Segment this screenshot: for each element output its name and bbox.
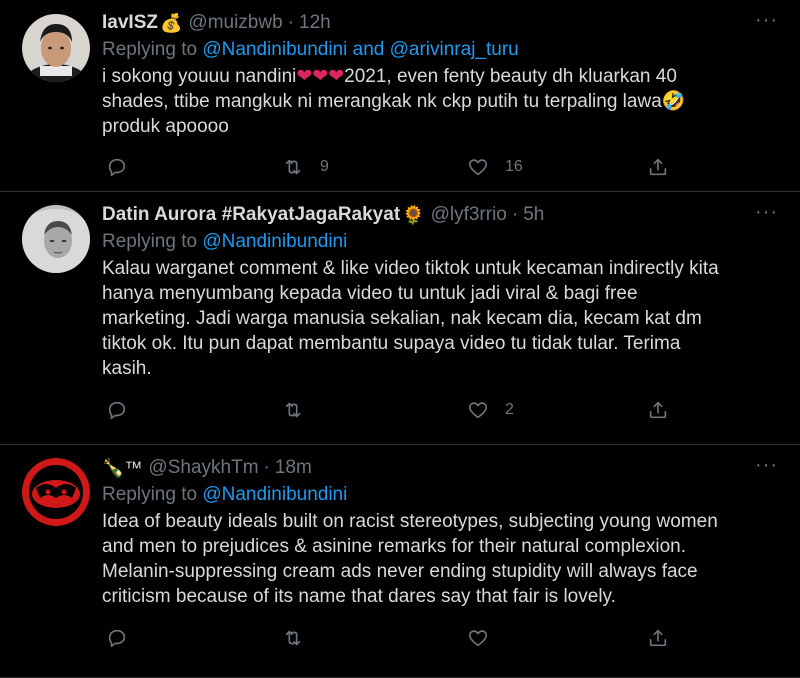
avatar-image bbox=[22, 14, 90, 82]
tweet-text-part: i sokong youuu nandini bbox=[102, 66, 297, 87]
mention-link[interactable]: @Nandinibundini bbox=[202, 39, 347, 60]
tweet-actions bbox=[102, 623, 784, 663]
more-options-icon[interactable]: ··· bbox=[755, 455, 778, 475]
tweet-actions: 9 16 bbox=[102, 152, 784, 192]
replying-to: Replying to @Nandinibundini and @arivinr… bbox=[102, 37, 784, 63]
replying-to: Replying to @Nandinibundini bbox=[102, 482, 784, 508]
reply-button[interactable] bbox=[106, 623, 128, 653]
reply-button[interactable] bbox=[106, 152, 128, 182]
retweet-button[interactable] bbox=[282, 623, 320, 653]
display-name[interactable]: IavISZ bbox=[102, 10, 158, 36]
separator-dot: · bbox=[511, 204, 519, 225]
share-button[interactable] bbox=[647, 623, 669, 653]
timestamp[interactable]: 12h bbox=[299, 10, 331, 36]
hearts-emoji: ❤❤❤ bbox=[296, 66, 345, 87]
separator-dot: · bbox=[287, 12, 294, 33]
money-bag-emoji: 💰 bbox=[159, 13, 183, 33]
tweet-header: IavISZ 💰 @muizbwb · 12h bbox=[102, 10, 784, 36]
reply-icon bbox=[108, 158, 126, 177]
display-name[interactable]: Datin Aurora #RakyatJagaRakyat bbox=[102, 202, 400, 228]
share-button[interactable] bbox=[647, 395, 669, 425]
tweet-1[interactable]: IavISZ 💰 @muizbwb · 12h ··· Replying to … bbox=[0, 0, 800, 192]
retweet-count: 9 bbox=[320, 158, 329, 175]
thundercats-logo-icon bbox=[22, 458, 90, 526]
mention-link[interactable]: @Nandinibundini bbox=[202, 231, 347, 252]
handle[interactable]: @lyf3rrio bbox=[431, 202, 507, 228]
retweet-icon bbox=[285, 630, 301, 646]
mention-link[interactable]: @Nandinibundini bbox=[202, 484, 347, 505]
sunflower-emoji: 🌻 bbox=[402, 205, 425, 225]
laughing-emoji: 🤣 bbox=[661, 91, 686, 112]
mention-conjunction: and bbox=[347, 39, 390, 60]
retweet-button[interactable] bbox=[282, 395, 320, 425]
tweet-text: Idea of beauty ideals built on racist st… bbox=[102, 511, 718, 607]
tweet-text: i sokong youuu nandini❤❤❤2021, even fent… bbox=[102, 64, 784, 139]
tweet-3[interactable]: 🍾™ @ShaykhTm · 18m ··· Replying to @Nand… bbox=[0, 445, 800, 678]
heart-icon bbox=[468, 402, 488, 419]
share-button[interactable] bbox=[647, 152, 669, 182]
share-icon bbox=[649, 629, 667, 647]
heart-icon bbox=[468, 630, 488, 647]
retweet-icon bbox=[285, 402, 301, 418]
more-options-icon[interactable]: ··· bbox=[755, 10, 778, 30]
tweet-header: Datin Aurora #RakyatJagaRakyat 🌻 @lyf3rr… bbox=[102, 202, 784, 228]
reply-icon bbox=[108, 401, 126, 420]
like-count: 16 bbox=[505, 158, 523, 175]
handle[interactable]: @ShaykhTm bbox=[148, 455, 258, 481]
retweet-button[interactable]: 9 bbox=[282, 152, 329, 182]
like-count: 2 bbox=[505, 401, 514, 418]
tweet-actions: 2 bbox=[102, 395, 784, 435]
tweet-text-part: produk apoooo bbox=[102, 116, 229, 137]
avatar[interactable] bbox=[22, 205, 90, 273]
share-icon bbox=[649, 158, 667, 176]
reply-icon bbox=[108, 629, 126, 648]
timestamp[interactable]: 5h bbox=[523, 202, 544, 228]
separator-dot: · bbox=[263, 457, 270, 478]
like-button[interactable]: 2 bbox=[467, 395, 514, 425]
timestamp[interactable]: 18m bbox=[275, 455, 312, 481]
mention-link[interactable]: @arivinraj_turu bbox=[390, 39, 519, 60]
reply-button[interactable] bbox=[106, 395, 128, 425]
replying-to: Replying to @Nandinibundini bbox=[102, 229, 784, 255]
retweet-icon bbox=[285, 159, 301, 175]
handle[interactable]: @muizbwb bbox=[188, 10, 282, 36]
like-button[interactable]: 16 bbox=[467, 152, 523, 182]
avatar[interactable] bbox=[22, 14, 90, 82]
replying-label: Replying to bbox=[102, 231, 203, 252]
tweet-header: 🍾™ @ShaykhTm · 18m bbox=[102, 455, 784, 481]
more-options-icon[interactable]: ··· bbox=[755, 202, 778, 222]
tweet-text: Kalau warganet comment & like video tikt… bbox=[102, 258, 719, 379]
replying-label: Replying to bbox=[102, 484, 203, 505]
share-icon bbox=[649, 401, 667, 419]
avatar-image bbox=[22, 205, 90, 273]
like-button[interactable] bbox=[467, 623, 505, 653]
champagne-emoji: 🍾™ bbox=[102, 458, 143, 478]
heart-icon bbox=[468, 159, 488, 176]
tweet-2[interactable]: Datin Aurora #RakyatJagaRakyat 🌻 @lyf3rr… bbox=[0, 192, 800, 445]
replying-label: Replying to bbox=[102, 39, 203, 60]
avatar[interactable] bbox=[22, 458, 90, 526]
